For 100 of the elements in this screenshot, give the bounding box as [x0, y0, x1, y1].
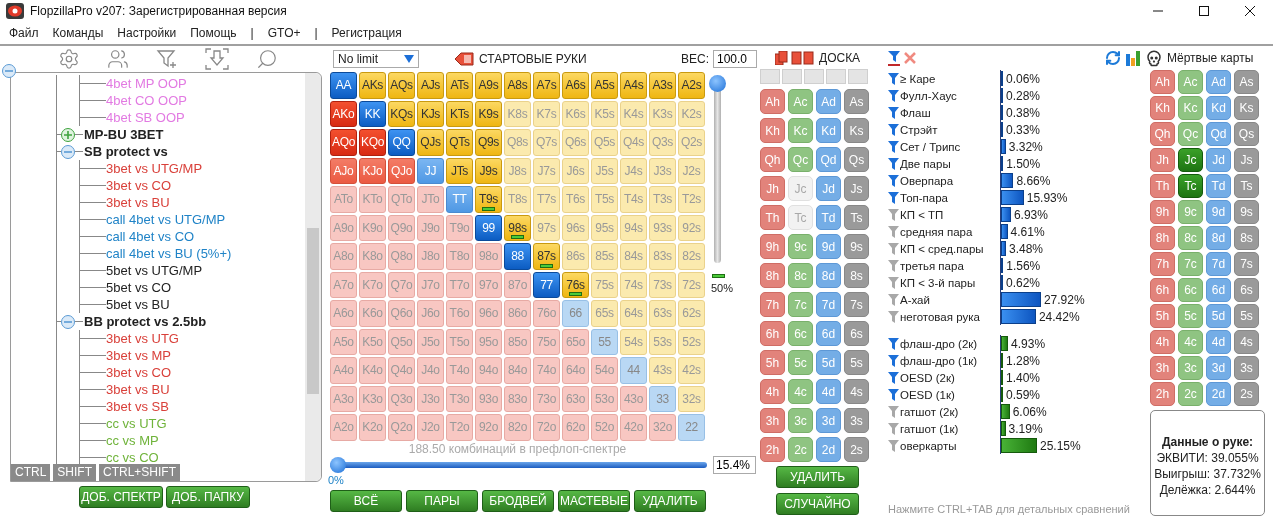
card-button[interactable]: 4h	[760, 379, 785, 404]
card-button[interactable]: 8h	[1150, 226, 1175, 250]
range-item[interactable]: 3bet vs MP	[106, 348, 172, 363]
hand-cell[interactable]: 44	[620, 357, 647, 384]
card-button[interactable]: Kh	[760, 118, 785, 143]
range-item[interactable]: cc vs MP	[106, 433, 159, 448]
hand-cell[interactable]: QJo	[388, 157, 415, 184]
hand-cell[interactable]: 33	[649, 385, 676, 412]
hand-cell[interactable]: J7s	[533, 157, 560, 184]
card-button[interactable]: Ks	[844, 118, 869, 143]
hand-cell[interactable]: A4s	[620, 72, 647, 99]
range-item[interactable]: 3bet vs CO	[106, 365, 172, 380]
hand-cell[interactable]: K3o	[359, 385, 386, 412]
card-button[interactable]: 3c	[788, 408, 813, 433]
hand-cell[interactable]: 97o	[475, 271, 502, 298]
hand-cell[interactable]: J5s	[591, 157, 618, 184]
folder-label[interactable]: BB protect vs 2.5bb	[84, 314, 207, 329]
hand-cell[interactable]: Q5s	[591, 129, 618, 156]
filter-icon[interactable]	[888, 190, 899, 205]
hand-cell[interactable]: KJs	[417, 100, 444, 127]
card-button[interactable]: Qd	[1206, 122, 1231, 146]
filter-icon[interactable]	[888, 105, 899, 120]
hand-cell[interactable]: 88	[504, 243, 531, 270]
filter-icon[interactable]	[888, 387, 899, 402]
hand-cell[interactable]: A7s	[533, 72, 560, 99]
hand-cell[interactable]: K6o	[359, 300, 386, 327]
range-item[interactable]: 3bet vs UTG/MP	[106, 161, 203, 176]
slider-thumb[interactable]	[709, 75, 726, 92]
card-button[interactable]: 7h	[1150, 252, 1175, 276]
card-button[interactable]: 9c	[1178, 200, 1203, 224]
card-button[interactable]: 3s	[1234, 356, 1259, 380]
hand-cell[interactable]: QJs	[417, 129, 444, 156]
card-button[interactable]: 5s	[1234, 304, 1259, 328]
hand-cell[interactable]: Q7o	[388, 271, 415, 298]
hand-cell[interactable]: 66	[562, 300, 589, 327]
expand-icon[interactable]	[61, 127, 75, 142]
card-button[interactable]: 2s	[1234, 382, 1259, 406]
card-button[interactable]: 9h	[1150, 200, 1175, 224]
card-button[interactable]: Ah	[1150, 70, 1175, 94]
hand-cell[interactable]: 85s	[591, 243, 618, 270]
hand-cell[interactable]: 52o	[591, 414, 618, 441]
hand-cell[interactable]: A8o	[330, 243, 357, 270]
menu-item[interactable]: |	[243, 26, 261, 40]
card-button[interactable]: 4h	[1150, 330, 1175, 354]
hand-cell[interactable]: K7o	[359, 271, 386, 298]
hand-cell[interactable]: 74s	[620, 271, 647, 298]
range-item[interactable]: 3bet vs BU	[106, 195, 170, 210]
card-button[interactable]: 6h	[1150, 278, 1175, 302]
card-button[interactable]: Ts	[844, 205, 869, 230]
hand-cell[interactable]: Q6o	[388, 300, 415, 327]
hand-cell[interactable]: J3s	[649, 157, 676, 184]
hand-cell[interactable]: T6o	[446, 300, 473, 327]
card-button[interactable]: Qd	[816, 147, 841, 172]
hand-cell[interactable]: 43s	[649, 357, 676, 384]
card-button[interactable]: 6c	[788, 321, 813, 346]
card-button[interactable]: Ah	[760, 89, 785, 114]
range-item[interactable]: 4bet CO OOP	[106, 93, 187, 108]
collapse-icon[interactable]	[61, 314, 75, 329]
action-button[interactable]: ВСЁ	[330, 489, 402, 512]
hand-cell[interactable]: K2o	[359, 414, 386, 441]
hand-cell[interactable]: 64s	[620, 300, 647, 327]
hand-cell[interactable]: J2s	[678, 157, 705, 184]
hand-cell[interactable]: A6s	[562, 72, 589, 99]
filter-icon[interactable]	[888, 88, 899, 103]
hand-cell[interactable]: J8s	[504, 157, 531, 184]
card-button[interactable]: 5d	[816, 350, 841, 375]
menu-item[interactable]: Настройки	[110, 26, 184, 40]
filter-icon[interactable]	[888, 71, 899, 86]
hand-cell[interactable]: Q3s	[649, 129, 676, 156]
menu-item[interactable]: Регистрация	[324, 26, 409, 40]
card-button[interactable]: 6d	[816, 321, 841, 346]
hand-cell[interactable]: T5o	[446, 328, 473, 355]
hand-cell[interactable]: 96o	[475, 300, 502, 327]
hand-cell[interactable]: T2o	[446, 414, 473, 441]
card-button[interactable]: 3d	[816, 408, 841, 433]
hand-cell[interactable]: 75s	[591, 271, 618, 298]
card-button[interactable]: 2c	[788, 437, 813, 462]
hand-cell[interactable]: T8s	[504, 186, 531, 213]
range-slider[interactable]	[330, 456, 707, 473]
card-button[interactable]: Kd	[1206, 96, 1231, 120]
hand-cell[interactable]: 85o	[504, 328, 531, 355]
hand-cell[interactable]: A9s	[475, 72, 502, 99]
hand-cell[interactable]: T5s	[591, 186, 618, 213]
card-button[interactable]: 5h	[760, 350, 785, 375]
card-button[interactable]: 2h	[760, 437, 785, 462]
hand-cell[interactable]: AKo	[330, 100, 357, 127]
card-button[interactable]: 4d	[816, 379, 841, 404]
card-button[interactable]: Kd	[816, 118, 841, 143]
action-button[interactable]: ДОБ. СПЕКТР	[79, 486, 163, 508]
card-button[interactable]: Kc	[1178, 96, 1203, 120]
hand-cell[interactable]: 98s	[504, 214, 531, 241]
hand-cell[interactable]: 42o	[620, 414, 647, 441]
card-button[interactable]: 5d	[1206, 304, 1231, 328]
hand-cell[interactable]: T4o	[446, 357, 473, 384]
hand-cell[interactable]: 97s	[533, 214, 560, 241]
card-button[interactable]: 6s	[1234, 278, 1259, 302]
card-button[interactable]: Qc	[788, 147, 813, 172]
card-button[interactable]: 7d	[816, 292, 841, 317]
card-button[interactable]: 7c	[1178, 252, 1203, 276]
hand-cell[interactable]: 87s	[533, 243, 560, 270]
